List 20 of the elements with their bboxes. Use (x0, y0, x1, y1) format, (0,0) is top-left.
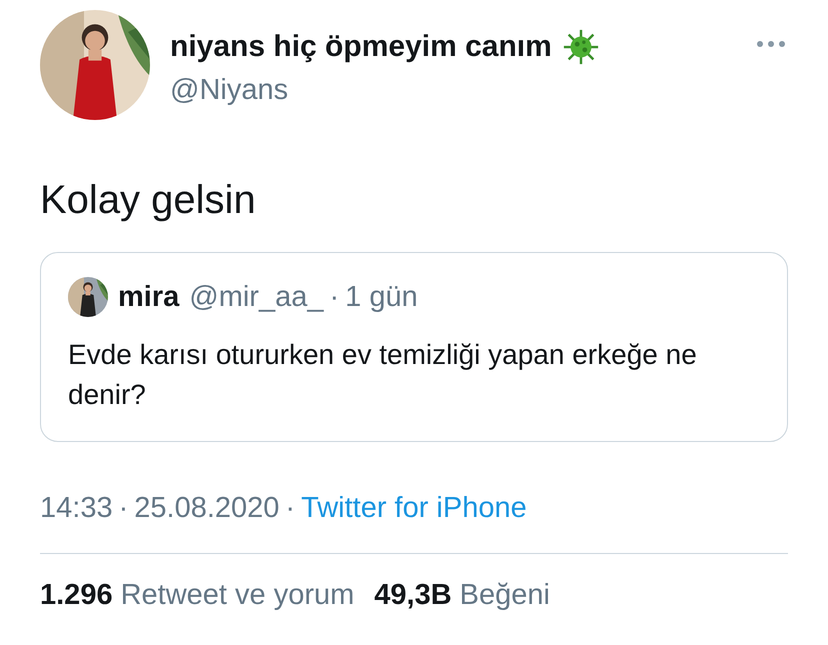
timestamp: 25.08.2020 (134, 492, 280, 524)
author-name: niyans hiç öpmeyim canım (170, 30, 552, 64)
stat-label[interactable]: Beğeni (460, 579, 550, 611)
stat-count: 49,3B (374, 579, 452, 611)
separator-dot: · (285, 492, 296, 524)
separator-dot: · (329, 280, 340, 314)
more-icon[interactable] (756, 40, 786, 48)
quoted-age: 1 gün (345, 280, 418, 314)
source-link[interactable]: Twitter for iPhone (301, 492, 527, 524)
quoted-author-name: mira (118, 280, 180, 314)
separator-dot: · (118, 492, 128, 524)
author-handle[interactable]: @Niyans (170, 74, 756, 107)
tweet-text: Kolay gelsin (40, 177, 257, 224)
timestamp: 14:33 (40, 492, 113, 524)
stat-count: 1.296 (40, 579, 113, 611)
virus-icon (562, 28, 600, 66)
quoted-author-handle: @mir_aa_ (189, 280, 324, 314)
stat-label[interactable]: Retweet ve yorum (120, 579, 354, 611)
quoted-tweet[interactable]: mira @mir_aa_ · 1 gün Evde karısı otururken ev temizliği yapan erkeğe ne denir? (40, 252, 788, 442)
quoted-text: Evde karısı otururken ev temizliği yapan erkeğe ne denir? (68, 338, 698, 412)
